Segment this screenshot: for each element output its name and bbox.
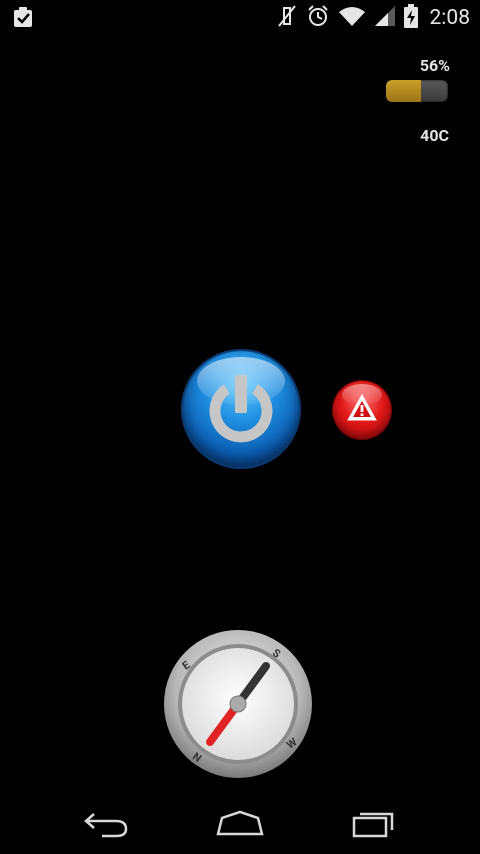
status-bar: 2:08 <box>0 0 480 36</box>
signal-icon <box>374 5 396 31</box>
alarm-icon <box>306 4 330 32</box>
battery-level-fill <box>386 80 421 102</box>
clipboard-check-icon <box>12 7 34 32</box>
home-button[interactable] <box>210 808 270 842</box>
battery-percent: 56% <box>419 56 450 75</box>
navigation-bar <box>0 796 480 854</box>
back-button[interactable] <box>76 808 136 842</box>
vibrate-off-icon <box>276 4 298 32</box>
compass[interactable]: E S N W <box>163 629 313 779</box>
battery-temperature: 40C <box>420 126 449 145</box>
notification-area[interactable] <box>12 6 34 32</box>
recent-apps-button[interactable] <box>344 808 404 842</box>
recent-apps-icon <box>350 808 398 842</box>
screen: 2:08 56% 40C E S N W <box>0 0 480 854</box>
power-button[interactable] <box>183 351 299 467</box>
system-tray: 2:08 <box>276 4 471 32</box>
compass-icon <box>164 630 312 778</box>
battery-level-bar <box>386 80 448 102</box>
home-icon <box>214 808 266 842</box>
battery-charging-icon <box>403 4 418 32</box>
back-icon <box>82 808 130 842</box>
status-time: 2:08 <box>429 6 471 30</box>
warning-button[interactable] <box>333 381 391 439</box>
wifi-icon <box>338 5 366 31</box>
